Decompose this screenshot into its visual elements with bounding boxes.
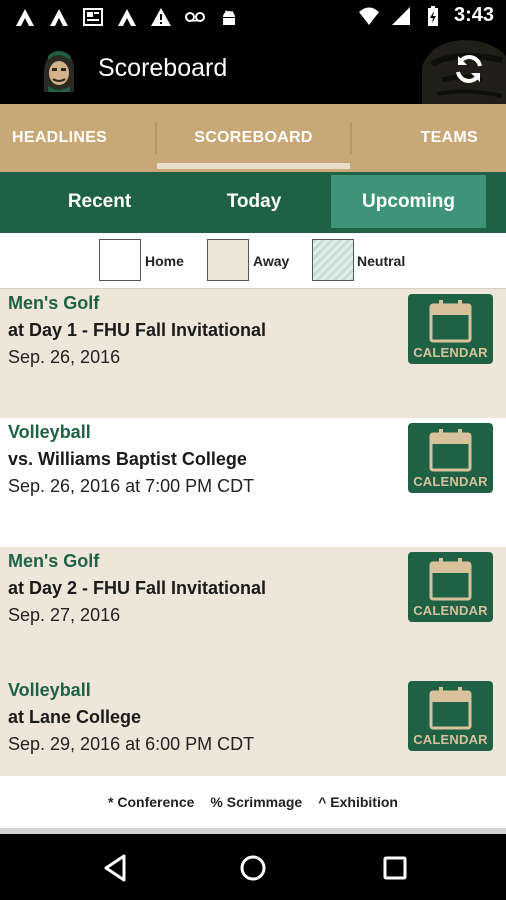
event-date: Sep. 26, 2016 bbox=[8, 347, 121, 367]
event-row[interactable]: Men's Golf at Day 1 - FHU Fall Invitatio… bbox=[0, 289, 506, 418]
tab-selected-indicator bbox=[157, 163, 350, 169]
recent-apps-icon[interactable] bbox=[380, 853, 410, 883]
add-to-calendar-button[interactable]: CALENDAR bbox=[408, 294, 493, 364]
battery-charging-icon bbox=[427, 5, 438, 26]
event-date: Sep. 29, 2016 at 6:00 PM CDT bbox=[8, 734, 255, 754]
game-type-legend: * Conference % Scrimmage ^ Exhibition bbox=[0, 776, 506, 828]
filter-today-button[interactable]: Today bbox=[177, 175, 331, 228]
app-bar: Scoreboard bbox=[0, 36, 506, 104]
add-to-calendar-button[interactable]: CALENDAR bbox=[408, 423, 493, 493]
calendar-button-label: CALENDAR bbox=[413, 732, 488, 747]
system-icons: 3:43 bbox=[358, 4, 494, 27]
event-opponent: at Lane College bbox=[8, 707, 142, 727]
event-sport: Men's Golf bbox=[8, 551, 100, 571]
newspaper-icon bbox=[83, 8, 103, 26]
away-swatch bbox=[207, 239, 249, 281]
tab-headlines[interactable]: HEADLINES bbox=[0, 104, 155, 172]
add-to-calendar-button[interactable]: CALENDAR bbox=[408, 552, 493, 622]
calendar-icon bbox=[429, 300, 472, 343]
calendar-button-label: CALENDAR bbox=[413, 345, 488, 360]
event-opponent: at Day 2 - FHU Fall Invitational bbox=[8, 578, 267, 598]
system-nav-bar bbox=[0, 834, 506, 900]
calendar-icon bbox=[429, 687, 472, 730]
filter-upcoming-button[interactable]: Upcoming bbox=[331, 175, 486, 228]
signal-icon bbox=[391, 6, 410, 25]
event-row[interactable]: Volleyball at Lane College Sep. 29, 2016… bbox=[0, 676, 506, 776]
event-date: Sep. 27, 2016 bbox=[8, 605, 121, 625]
clock: 3:43 bbox=[453, 4, 494, 26]
app-title: Scoreboard bbox=[98, 54, 228, 82]
scrimmage-note: % Scrimmage bbox=[210, 794, 303, 810]
event-row[interactable]: Men's Golf at Day 2 - FHU Fall Invitatio… bbox=[0, 547, 506, 676]
notification-icons bbox=[14, 6, 240, 28]
tab-teams[interactable]: TEAMS bbox=[352, 104, 506, 172]
notification-app-icon bbox=[16, 9, 34, 26]
event-sport: Men's Golf bbox=[8, 293, 100, 313]
home-icon[interactable] bbox=[238, 853, 268, 883]
mascot-logo-icon bbox=[44, 51, 74, 92]
wifi-icon bbox=[358, 7, 379, 25]
notification-app-icon bbox=[118, 9, 136, 26]
notification-app-icon bbox=[50, 9, 68, 26]
calendar-button-label: CALENDAR bbox=[413, 603, 488, 618]
event-opponent: at Day 1 - FHU Fall Invitational bbox=[8, 320, 267, 340]
neutral-legend-label: Neutral bbox=[357, 253, 406, 269]
exhibition-note: ^ Exhibition bbox=[318, 794, 398, 810]
away-legend-label: Away bbox=[253, 253, 290, 269]
tab-scoreboard[interactable]: SCOREBOARD bbox=[157, 104, 350, 172]
home-swatch bbox=[99, 239, 141, 281]
conference-note: * Conference bbox=[108, 794, 195, 810]
section-tabs: HEADLINES SCOREBOARD TEAMS bbox=[0, 104, 506, 172]
status-bar: 3:43 bbox=[0, 0, 506, 36]
voicemail-icon bbox=[185, 12, 205, 22]
schedule-filter: Recent Today Upcoming bbox=[0, 172, 506, 233]
neutral-swatch bbox=[312, 239, 354, 281]
android-icon bbox=[223, 10, 235, 25]
warning-icon bbox=[151, 8, 171, 26]
event-opponent: vs. Williams Baptist College bbox=[8, 449, 247, 469]
add-to-calendar-button[interactable]: CALENDAR bbox=[408, 681, 493, 751]
refresh-icon[interactable] bbox=[450, 50, 488, 88]
filter-recent-button[interactable]: Recent bbox=[22, 175, 177, 228]
location-legend: Home Away Neutral bbox=[0, 233, 506, 289]
calendar-icon bbox=[429, 429, 472, 472]
event-row[interactable]: Volleyball vs. Williams Baptist College … bbox=[0, 418, 506, 547]
calendar-button-label: CALENDAR bbox=[413, 474, 488, 489]
event-sport: Volleyball bbox=[8, 680, 91, 700]
event-date: Sep. 26, 2016 at 7:00 PM CDT bbox=[8, 476, 255, 496]
event-sport: Volleyball bbox=[8, 422, 91, 442]
home-legend-label: Home bbox=[145, 253, 184, 269]
calendar-icon bbox=[429, 558, 472, 601]
back-icon[interactable] bbox=[100, 853, 130, 883]
